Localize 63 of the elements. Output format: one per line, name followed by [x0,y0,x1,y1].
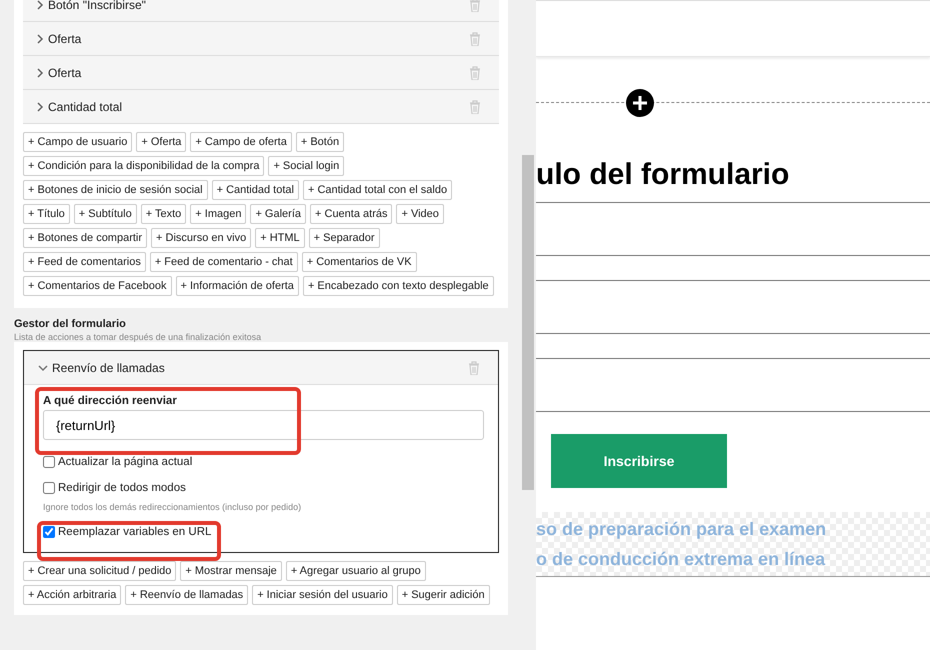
element-label: Botón "Inscribirse" [48,0,147,12]
add-element-button[interactable]: + Campo de usuario [23,132,132,152]
add-action-button[interactable]: + Acción arbitraria [23,585,122,605]
add-icon[interactable] [625,88,655,118]
add-element-button[interactable]: + Separador [308,228,380,248]
add-element-button[interactable]: + Información de oferta [176,276,299,296]
option-hint: Ignore todos los demás redireccionamientos (incluso por pedido) [43,502,302,512]
checkbox-label: Reemplazar variables en URL [58,526,212,538]
add-element-button[interactable]: + Social login [268,156,344,176]
section-subtitle: Lista de acciones a tomar después de una finalización exitosa [14,332,262,342]
element-label: Oferta [48,32,82,46]
add-element-button[interactable]: + Oferta [136,132,186,152]
add-element-button[interactable]: + Feed de comentarios [23,252,146,272]
field-label: A qué dirección reenviar [43,395,178,407]
element-row[interactable]: Botón "Inscribirse" [23,0,499,22]
offer-text: o de conducción extrema en línea [536,548,826,571]
add-element-button[interactable]: + Comentarios de VK [302,252,417,272]
add-element-button[interactable]: + Botón [296,132,344,152]
checkbox[interactable] [43,482,55,494]
checkbox-label: Actualizar la página actual [58,456,192,468]
offer-text: so de preparación para el examen [536,518,828,541]
checkbox[interactable] [43,526,55,538]
add-element-button[interactable]: + Encabezado con texto desplegable [302,276,494,296]
action-header[interactable]: Reenvío de llamadas [24,351,498,385]
add-element-button[interactable]: + Comentarios de Facebook [23,276,172,296]
add-element-button[interactable]: + Imagen [190,204,246,224]
add-element-button[interactable]: + HTML [255,228,305,248]
checkbox[interactable] [43,456,55,468]
address-input[interactable]: {returnUrl} [43,410,484,440]
add-element-button[interactable]: + Cantidad total [212,180,299,200]
add-action-button[interactable]: + Reenvío de llamadas [125,585,248,605]
add-element-button[interactable]: + Título [23,204,70,224]
add-element-button[interactable]: + Campo de oferta [190,132,292,152]
element-label: Oferta [48,66,82,80]
form-field[interactable] [536,358,930,412]
add-element-button[interactable]: + Condición para la disponibilidad de la compra [23,156,264,176]
add-element-button[interactable]: + Galería [250,204,306,224]
add-element-button[interactable]: + Video [396,204,444,224]
add-element-button[interactable]: + Botones de compartir [23,228,148,248]
add-action-button[interactable]: + Sugerir adición [396,585,490,605]
add-action-button[interactable]: + Agregar usuario al grupo [286,561,426,581]
form-title: ulo del formulario [536,158,790,193]
add-element-button[interactable]: + Botones de inicio de sesión social [23,180,208,200]
add-action-button[interactable]: + Iniciar sesión del usuario [252,585,393,605]
add-element-button[interactable]: + Cantidad total con el saldo [302,180,452,200]
element-row[interactable]: Oferta [23,56,499,90]
add-element-button[interactable]: + Subtítulo [74,204,137,224]
submit-button[interactable]: Inscribirse [551,434,727,488]
section-title: Gestor del formulario [14,318,127,330]
add-element-button[interactable]: + Cuenta atrás [310,204,392,224]
element-row[interactable]: Oferta [23,22,499,56]
checkbox-label: Redirigir de todos modos [58,482,186,494]
add-action-button[interactable]: + Crear una solicitud / pedido [23,561,176,581]
add-element-button[interactable]: + Discurso en vivo [151,228,252,248]
form-field[interactable] [536,202,930,256]
form-field[interactable] [536,280,930,334]
scrollbar[interactable] [520,0,536,650]
element-label: Cantidad total [48,100,124,114]
element-row[interactable]: Cantidad total [23,90,499,124]
add-element-button[interactable]: + Feed de comentario - chat [150,252,298,272]
add-action-button[interactable]: + Mostrar mensaje [180,561,282,581]
add-element-button[interactable]: + Texto [140,204,186,224]
action-label: Reenvío de llamadas [52,360,166,374]
